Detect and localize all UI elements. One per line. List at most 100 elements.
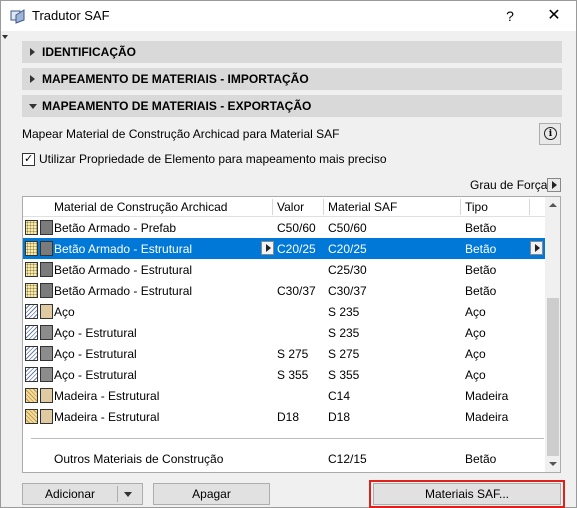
table-row[interactable]: Aço S 235 Aço: [23, 301, 545, 322]
material-color-swatch[interactable]: [40, 367, 53, 382]
table-row[interactable]: Aço - Estrutural S 275 S 275 Aço: [23, 343, 545, 364]
material-type: Betão: [465, 242, 497, 256]
arrow-right-icon: [535, 244, 540, 252]
chevron-down-icon[interactable]: [124, 492, 132, 497]
column-header-material-saf[interactable]: Material SAF: [328, 200, 397, 214]
element-property-checkbox[interactable]: ✓: [22, 153, 35, 166]
collapse-arrow-icon: [29, 104, 37, 109]
element-property-checkbox-label[interactable]: Utilizar Propriedade de Elemento para ma…: [39, 152, 387, 166]
adicionar-split-button[interactable]: Adicionar: [22, 483, 143, 505]
checkmark-icon: ✓: [24, 153, 34, 165]
column-divider[interactable]: [323, 199, 324, 215]
material-color-swatch[interactable]: [40, 304, 53, 319]
help-button[interactable]: ?: [493, 3, 527, 29]
type-picker-button[interactable]: [530, 241, 543, 255]
fill-pattern-swatch[interactable]: [25, 220, 38, 235]
material-mapping-table: Material de Construção Archicad Valor Ma…: [22, 196, 561, 473]
table-row[interactable]: Betão Armado - Prefab C50/60 C50/60 Betã…: [23, 217, 545, 238]
collapse-arrow-icon[interactable]: [2, 35, 8, 39]
table-row[interactable]: Betão Armado - Estrutural C25/30 Betão: [23, 259, 545, 280]
info-icon: i: [544, 127, 557, 140]
fill-pattern-swatch[interactable]: [25, 304, 38, 319]
adicionar-button-label[interactable]: Adicionar: [23, 484, 117, 504]
table-row[interactable]: Aço - Estrutural S 355 S 355 Aço: [23, 364, 545, 385]
section-identificacao[interactable]: IDENTIFICAÇÃO: [22, 41, 562, 63]
section-mapeamento-importacao[interactable]: MAPEAMENTO DE MATERIAIS - IMPORTAÇÃO: [22, 68, 562, 90]
table-row-other-materials[interactable]: Outros Materiais de Construção C12/15 Be…: [23, 448, 545, 469]
material-name: Aço - Estrutural: [54, 368, 137, 382]
material-color-swatch[interactable]: [40, 241, 53, 256]
table-row[interactable]: Aço - Estrutural S 235 Aço: [23, 322, 545, 343]
section-mapeamento-exportacao[interactable]: MAPEAMENTO DE MATERIAIS - EXPORTAÇÃO: [22, 95, 562, 117]
expand-arrow-icon: [30, 75, 35, 83]
saf-material[interactable]: S 355: [328, 368, 359, 382]
grau-de-forca-button[interactable]: [547, 178, 561, 192]
material-type: Madeira: [465, 389, 509, 403]
saf-material[interactable]: C12/15: [328, 452, 367, 466]
value-picker-button[interactable]: [261, 241, 274, 255]
saf-material[interactable]: D18: [328, 410, 350, 424]
column-header-tipo[interactable]: Tipo: [465, 200, 488, 214]
scroll-down-icon[interactable]: [549, 462, 557, 466]
material-color-swatch[interactable]: [40, 409, 53, 424]
table-header: Material de Construção Archicad Valor Ma…: [23, 197, 545, 217]
app-icon: [10, 9, 25, 24]
vertical-scrollbar[interactable]: [545, 197, 560, 472]
table-row[interactable]: Madeira - Estrutural D18 D18 Madeira: [23, 406, 545, 427]
material-color-swatch[interactable]: [40, 262, 53, 277]
material-type: Betão: [465, 284, 497, 298]
fill-pattern-swatch[interactable]: [25, 241, 38, 256]
material-color-swatch[interactable]: [40, 388, 53, 403]
saf-material[interactable]: C25/30: [328, 263, 367, 277]
split-divider: [117, 486, 118, 502]
material-color-swatch[interactable]: [40, 325, 53, 340]
column-divider[interactable]: [529, 199, 530, 215]
column-divider[interactable]: [272, 199, 273, 215]
table-row[interactable]: Madeira - Estrutural C14 Madeira: [23, 385, 545, 406]
material-value: D18: [277, 410, 300, 424]
column-header-material[interactable]: Material de Construção Archicad: [54, 200, 227, 214]
material-color-swatch[interactable]: [40, 283, 53, 298]
saf-material[interactable]: C30/37: [328, 284, 367, 298]
highlight-annotation: [369, 480, 565, 508]
saf-material[interactable]: C20/25: [328, 242, 367, 256]
material-type: Aço: [465, 305, 486, 319]
material-name: Outros Materiais de Construção: [54, 452, 224, 466]
saf-material[interactable]: C14: [328, 389, 350, 403]
material-name: Betão Armado - Estrutural: [54, 263, 193, 277]
material-type: Betão: [465, 263, 497, 277]
material-name: Aço - Estrutural: [54, 326, 137, 340]
column-divider[interactable]: [460, 199, 461, 215]
fill-pattern-swatch[interactable]: [25, 262, 38, 277]
material-color-swatch[interactable]: [40, 220, 53, 235]
fill-pattern-swatch[interactable]: [25, 409, 38, 424]
saf-material[interactable]: C50/60: [328, 221, 367, 235]
saf-material[interactable]: S 235: [328, 326, 359, 340]
material-name: Madeira - Estrutural: [54, 389, 160, 403]
fill-pattern-swatch[interactable]: [25, 325, 38, 340]
saf-material[interactable]: S 275: [328, 347, 359, 361]
material-color-swatch[interactable]: [40, 346, 53, 361]
table-row-selected[interactable]: Betão Armado - Estrutural C20/25 C20/25 …: [23, 238, 545, 259]
material-value: S 355: [277, 368, 309, 382]
fill-pattern-swatch[interactable]: [25, 367, 38, 382]
fill-pattern-swatch[interactable]: [25, 283, 38, 298]
scroll-up-icon[interactable]: [549, 203, 557, 207]
section-label: MAPEAMENTO DE MATERIAIS - EXPORTAÇÃO: [42, 99, 312, 113]
scroll-thumb[interactable]: [547, 298, 559, 456]
fill-pattern-swatch[interactable]: [25, 346, 38, 361]
row-divider: [31, 438, 544, 439]
column-header-valor[interactable]: Valor: [277, 200, 304, 214]
window-title: Tradutor SAF: [32, 8, 110, 23]
info-button[interactable]: i: [539, 123, 561, 145]
fill-pattern-swatch[interactable]: [25, 388, 38, 403]
arrow-right-icon: [266, 244, 271, 252]
material-type: Aço: [465, 326, 486, 340]
table-row[interactable]: Betão Armado - Estrutural C30/37 C30/37 …: [23, 280, 545, 301]
expand-arrow-icon: [30, 48, 35, 56]
close-button[interactable]: ✕: [536, 3, 572, 29]
saf-material[interactable]: S 235: [328, 305, 359, 319]
apagar-button[interactable]: Apagar: [153, 483, 270, 505]
title-bar: Tradutor SAF ? ✕: [1, 1, 576, 31]
material-value: S 275: [277, 347, 309, 361]
